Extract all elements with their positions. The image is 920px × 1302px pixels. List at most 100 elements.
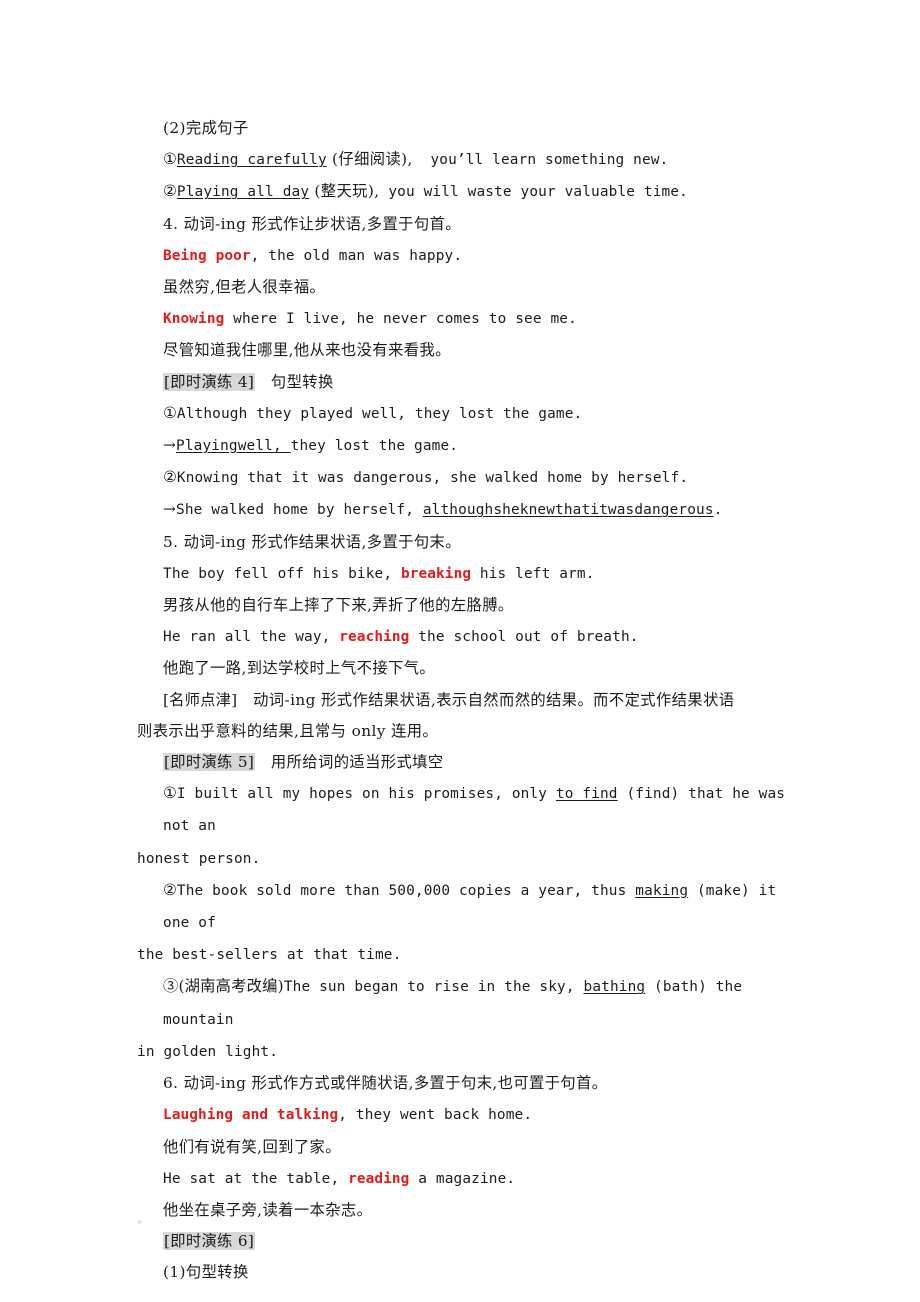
text-run: The boy fell off his bike, bbox=[163, 565, 401, 582]
text-line: the best-sellers at that time. bbox=[137, 939, 797, 971]
text-run: 则表示出乎意料的结果,且常与 only 连用。 bbox=[137, 721, 439, 740]
text-line: [即时演练 6] bbox=[137, 1226, 797, 1257]
text-line: →She walked home by herself, althoughshe… bbox=[137, 494, 797, 526]
scan-artifact-mark bbox=[137, 1220, 142, 1224]
highlighted-term: Knowing bbox=[163, 311, 225, 328]
text-run: , they went back home. bbox=[338, 1107, 533, 1124]
text-line: [即时演练 4] 句型转换 bbox=[137, 367, 797, 398]
text-run: Knowing that it was dangerous, she walke… bbox=[176, 470, 689, 487]
text-line: honest person. bbox=[137, 843, 797, 875]
text-run: where I live, he never comes to see me. bbox=[224, 311, 577, 328]
text-run: I built all my hopes on his promises, on… bbox=[176, 786, 556, 803]
text-run: his left arm. bbox=[471, 565, 595, 582]
text-line: Knowing where I live, he never comes to … bbox=[137, 303, 797, 335]
text-line: ②The book sold more than 500,000 copies … bbox=[137, 875, 797, 939]
text-run: 他们有说有笑,回到了家。 bbox=[163, 1137, 341, 1156]
text-run: ② bbox=[163, 468, 177, 487]
text-run: She walked home by herself, bbox=[176, 502, 423, 519]
text-line: He sat at the table, reading a magazine. bbox=[137, 1163, 797, 1195]
highlighted-term: Laughing and talking bbox=[163, 1107, 339, 1124]
text-run: 4. 动词-ing 形式作让步状语,多置于句首。 bbox=[163, 214, 461, 233]
text-run: 男孩从他的自行车上摔了下来,弄折了他的左胳膊。 bbox=[163, 596, 514, 615]
text-run: 用所给词的适当形式填空 bbox=[255, 753, 444, 772]
text-line: The boy fell off his bike, breaking his … bbox=[137, 558, 797, 590]
highlighted-term: reading bbox=[348, 1170, 410, 1187]
text-run: ① bbox=[163, 403, 177, 422]
answer-underline: to find bbox=[555, 786, 618, 803]
text-line: 他坐在桌子旁,读着一本杂志。 bbox=[137, 1195, 797, 1226]
document-page: (2)完成句子 ①Reading carefully (仔细阅读), you’ll… bbox=[0, 0, 920, 1302]
text-line: [即时演练 5] 用所给词的适当形式填空 bbox=[137, 747, 797, 778]
text-run: ② bbox=[163, 880, 177, 899]
text-run: 6. 动词-ing 形式作方式或伴随状语,多置于句末,也可置于句首。 bbox=[163, 1074, 608, 1093]
text-run: → bbox=[163, 500, 177, 519]
text-run: 他跑了一路,到达学校时上气不接下气。 bbox=[163, 659, 436, 678]
text-line: 他跑了一路,到达学校时上气不接下气。 bbox=[137, 653, 797, 684]
text-run: → bbox=[163, 436, 177, 455]
answer-underline: althoughsheknewthatitwasdangerous bbox=[422, 502, 714, 519]
exercise-tag: [即时演练 6] bbox=[163, 1232, 256, 1251]
highlighted-term: Being poor bbox=[163, 247, 251, 264]
text-run: (2)完成句子 bbox=[163, 119, 249, 137]
text-line: ②Knowing that it was dangerous, she walk… bbox=[137, 462, 797, 494]
text-line: ①Reading carefully (仔细阅读), you’ll learn … bbox=[137, 144, 797, 176]
text-line: 4. 动词-ing 形式作让步状语,多置于句首。 bbox=[137, 209, 797, 240]
text-run: The book sold more than 500,000 copies a… bbox=[176, 882, 636, 899]
text-run: a magazine. bbox=[409, 1170, 516, 1187]
text-run: 5. 动词-ing 形式作结果状语,多置于句末。 bbox=[163, 532, 461, 551]
text-run: 句型转换 bbox=[255, 372, 334, 391]
text-line: ①I built all my hopes on his promises, o… bbox=[137, 778, 797, 842]
text-line: Being poor, the old man was happy. bbox=[137, 240, 797, 272]
text-line: 男孩从他的自行车上摔了下来,弄折了他的左胳膊。 bbox=[137, 590, 797, 621]
text-line: 他们有说有笑,回到了家。 bbox=[137, 1132, 797, 1163]
text-line: Laughing and talking, they went back hom… bbox=[137, 1099, 797, 1131]
text-run: 他坐在桌子旁,读着一本杂志。 bbox=[163, 1200, 373, 1219]
answer-underline: Reading carefully bbox=[176, 152, 327, 169]
text-line: 6. 动词-ing 形式作方式或伴随状语,多置于句末,也可置于句首。 bbox=[137, 1068, 797, 1099]
text-run: Although they played well, they lost the… bbox=[176, 405, 583, 422]
text-line: He ran all the way, reaching the school … bbox=[137, 621, 797, 653]
text-line: (1)句型转换 bbox=[137, 1257, 797, 1288]
text-line: ③(湖南高考改编)The sun began to rise in the sk… bbox=[137, 971, 797, 1035]
text-run: you will waste your valuable time. bbox=[379, 184, 688, 201]
text-run: , the old man was happy. bbox=[250, 247, 463, 264]
text-line: ②Playing all day (整天玩), you will waste y… bbox=[137, 176, 797, 208]
answer-underline: bathing bbox=[583, 979, 646, 996]
text-line: 5. 动词-ing 形式作结果状语,多置于句末。 bbox=[137, 527, 797, 558]
text-run: [名师点津] bbox=[163, 690, 238, 709]
text-run: the school out of breath. bbox=[409, 629, 639, 646]
exercise-tag: [即时演练 5] bbox=[163, 753, 256, 772]
text-line: →Playingwell, they lost the game. bbox=[137, 430, 797, 462]
answer-underline: Playingwell, bbox=[176, 438, 291, 455]
document-body: (2)完成句子 ①Reading carefully (仔细阅读), you’ll… bbox=[137, 113, 797, 1289]
text-run: The sun began to rise in the sky, bbox=[283, 979, 584, 996]
text-run: 动词-ing 形式作结果状语,表示自然而然的结果。而不定式作结果状语 bbox=[237, 690, 735, 709]
text-line: (2)完成句子 bbox=[137, 113, 797, 144]
text-run: . bbox=[713, 502, 723, 519]
text-line: 则表示出乎意料的结果,且常与 only 连用。 bbox=[137, 716, 797, 747]
text-run: 虽然穷,但老人很幸福。 bbox=[163, 278, 326, 297]
text-run: the best-sellers at that time. bbox=[137, 947, 402, 964]
text-run: they lost the game. bbox=[290, 438, 459, 455]
text-run: (湖南高考改编) bbox=[178, 977, 284, 996]
text-run: ② bbox=[163, 182, 177, 201]
text-run: in golden light. bbox=[137, 1043, 279, 1060]
text-line: 尽管知道我住哪里,他从来也没有来看我。 bbox=[137, 335, 797, 366]
answer-underline: making bbox=[635, 882, 689, 899]
text-run: (整天玩), bbox=[309, 182, 380, 201]
exercise-tag: [即时演练 4] bbox=[163, 372, 256, 391]
text-run: you’ll learn something new. bbox=[412, 152, 669, 169]
text-run: He ran all the way, bbox=[163, 629, 340, 646]
text-line: 虽然穷,但老人很幸福。 bbox=[137, 272, 797, 303]
text-run: (1)句型转换 bbox=[163, 1263, 249, 1282]
text-run: (仔细阅读), bbox=[326, 150, 413, 169]
text-line: [名师点津] 动词-ing 形式作结果状语,表示自然而然的结果。而不定式作结果状… bbox=[137, 685, 797, 716]
text-run: ③ bbox=[163, 977, 179, 996]
text-run: honest person. bbox=[137, 850, 261, 867]
text-run: He sat at the table, bbox=[163, 1170, 349, 1187]
answer-underline: Playing all day bbox=[176, 184, 310, 201]
highlighted-term: reaching bbox=[339, 629, 410, 646]
highlighted-term: breaking bbox=[400, 565, 472, 582]
text-line: in golden light. bbox=[137, 1036, 797, 1068]
text-run: ① bbox=[163, 784, 177, 803]
